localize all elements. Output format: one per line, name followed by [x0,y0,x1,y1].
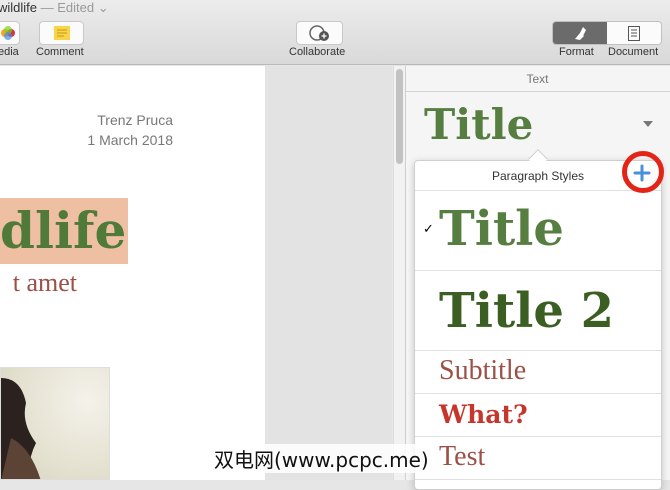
animal-image [1,378,41,479]
style-label: Title [439,201,564,257]
wildlife-photo[interactable] [0,367,110,480]
highlight-circle [622,151,664,193]
document-button[interactable] [607,22,661,44]
format-label: Format [559,46,594,58]
doc-title[interactable]: dlife [0,198,128,264]
paragraph-style-selector[interactable]: Title [424,100,533,149]
inspector-toggle [552,21,662,45]
comment-icon [53,26,70,40]
style-item-title[interactable]: ✓ Title [415,191,661,271]
collaborate-label: Collaborate [289,46,346,58]
checkmark-icon: ✓ [423,221,434,236]
document-icon [628,25,640,41]
text-tab[interactable]: Text [405,66,670,92]
paragraph-styles-popover: Paragraph Styles ✓ Title Title 2 Subtitl… [414,160,662,490]
style-label: Subtitle [439,355,527,386]
edited-status[interactable]: — Edited [41,0,94,15]
format-button[interactable] [553,22,607,44]
doc-subtitle[interactable]: t amet [13,268,77,298]
comment-button[interactable] [39,21,84,45]
style-label: Test [439,441,486,472]
watermark: 双电网(www.pcpc.me) [212,444,431,473]
author-name: Trenz Pruca [97,112,173,128]
document-label: Document [608,46,659,58]
chevron-down-icon[interactable]: ⌄ [94,0,109,15]
dropdown-arrow-icon[interactable] [643,121,653,127]
window-title: wildlife — Edited ⌄ [0,0,109,16]
style-item-title-2[interactable]: Title 2 [415,271,661,351]
scroll-thumb[interactable] [396,69,403,164]
photos-icon [1,26,15,40]
doc-date: 1 March 2018 [87,132,173,148]
toolbar: wildlife — Edited ⌄ edia Comment Collabo… [0,0,670,65]
author-block: Trenz Pruca 1 March 2018 [87,110,173,150]
style-item-test[interactable]: Test [415,437,661,480]
canvas-background [265,66,392,480]
comment-label: Comment [36,46,84,58]
doc-name: wildlife [0,0,38,15]
style-label: What? [439,400,528,429]
add-person-icon [308,25,329,41]
style-label: Title 2 [439,283,615,339]
style-item-what[interactable]: What? [415,394,661,437]
style-item-subtitle[interactable]: Subtitle [415,351,661,394]
vertical-scrollbar[interactable] [393,66,405,480]
media-label: edia [0,46,19,58]
paintbrush-icon [575,27,586,40]
media-button[interactable] [0,21,20,45]
collaborate-button[interactable] [296,21,343,45]
